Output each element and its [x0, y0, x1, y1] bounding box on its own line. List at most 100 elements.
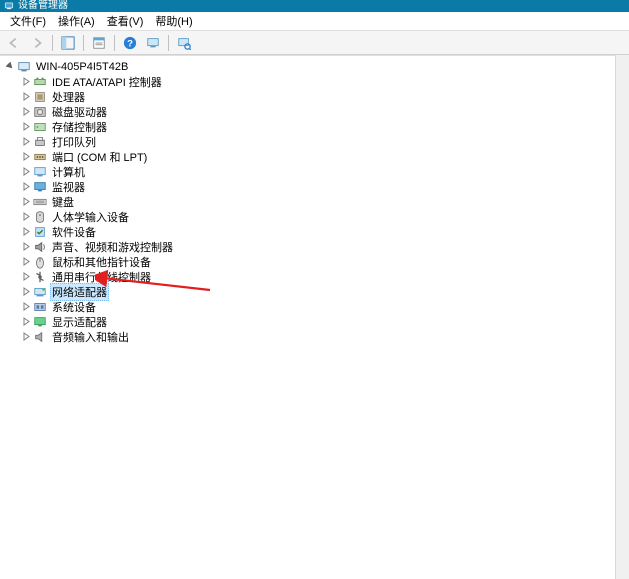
computer-icon — [33, 165, 47, 179]
tree-item-label[interactable]: 打印队列 — [50, 134, 98, 150]
show-hide-tree-button[interactable] — [57, 33, 79, 53]
tree-item-ports[interactable]: 端口 (COM 和 LPT) — [20, 149, 625, 164]
computer-icon — [17, 60, 31, 74]
tree-item-label[interactable]: 存储控制器 — [50, 119, 109, 135]
expand-icon[interactable] — [20, 226, 32, 238]
tree-item-label[interactable]: 键盘 — [50, 194, 76, 210]
tree-item-audio[interactable]: 声音、视频和游戏控制器 — [20, 239, 625, 254]
tree-item-label[interactable]: 软件设备 — [50, 224, 98, 240]
tree-item-label[interactable]: 监视器 — [50, 179, 87, 195]
tree-item-label[interactable]: 人体学输入设备 — [50, 209, 131, 225]
scrollbar-track[interactable] — [615, 55, 629, 579]
expand-icon[interactable] — [20, 196, 32, 208]
disk-icon — [33, 105, 47, 119]
tree-item-ide[interactable]: IDE ATA/ATAPI 控制器 — [20, 74, 625, 89]
menu-file[interactable]: 文件(F) — [4, 13, 52, 29]
tree-item-storage[interactable]: 存储控制器 — [20, 119, 625, 134]
refresh-button[interactable] — [142, 33, 164, 53]
tree-item-monitor[interactable]: 监视器 — [20, 179, 625, 194]
root-label[interactable]: WIN-405P4I5T42B — [34, 61, 130, 73]
tree-item-printq[interactable]: 打印队列 — [20, 134, 625, 149]
display-icon — [33, 315, 47, 329]
menu-bar: 文件(F) 操作(A) 查看(V) 帮助(H) — [0, 12, 629, 31]
tree-item-label[interactable]: 端口 (COM 和 LPT) — [50, 149, 149, 165]
tree-item-cpu[interactable]: 处理器 — [20, 89, 625, 104]
device-tree[interactable]: WIN-405P4I5T42B IDE ATA/ATAPI 控制器处理器磁盘驱动… — [0, 55, 629, 579]
scan-hardware-button[interactable] — [173, 33, 195, 53]
svg-text:?: ? — [127, 38, 133, 49]
toolbar-separator — [168, 35, 169, 51]
controller-icon — [33, 75, 47, 89]
title-bar: 设备管理器 — [0, 0, 629, 12]
tree-item-label[interactable]: 鼠标和其他指针设备 — [50, 254, 153, 270]
audioio-icon — [33, 330, 47, 344]
audio-icon — [33, 240, 47, 254]
properties-button[interactable] — [88, 33, 110, 53]
expand-icon[interactable] — [20, 331, 32, 343]
forward-button[interactable] — [26, 33, 48, 53]
mouse-icon — [33, 255, 47, 269]
tree-item-network[interactable]: 网络适配器 — [20, 284, 625, 299]
menu-help[interactable]: 帮助(H) — [149, 13, 198, 29]
toolbar-separator — [83, 35, 84, 51]
tree-icon — [61, 36, 75, 50]
help-button[interactable]: ? — [119, 33, 141, 53]
refresh-icon — [146, 36, 160, 50]
tree-item-label[interactable]: 音频输入和输出 — [50, 329, 131, 345]
menu-view[interactable]: 查看(V) — [101, 13, 150, 29]
tree-item-hid[interactable]: 人体学输入设备 — [20, 209, 625, 224]
printer-icon — [33, 135, 47, 149]
window-title: 设备管理器 — [18, 0, 68, 12]
tree-item-audioio[interactable]: 音频输入和输出 — [20, 329, 625, 344]
hid-icon — [33, 210, 47, 224]
tree-item-mouse[interactable]: 鼠标和其他指针设备 — [20, 254, 625, 269]
menu-action[interactable]: 操作(A) — [52, 13, 101, 29]
tree-item-computer[interactable]: 计算机 — [20, 164, 625, 179]
tree-item-usb[interactable]: 通用串行总线控制器 — [20, 269, 625, 284]
toolbar-separator — [114, 35, 115, 51]
tree-item-label[interactable]: 显示适配器 — [50, 314, 109, 330]
expand-icon[interactable] — [20, 286, 32, 298]
monitor-icon — [33, 180, 47, 194]
port-icon — [33, 150, 47, 164]
expand-icon[interactable] — [20, 151, 32, 163]
software-icon — [33, 225, 47, 239]
help-icon: ? — [123, 36, 137, 50]
network-icon — [33, 285, 47, 299]
tree-root-node[interactable]: WIN-405P4I5T42B — [4, 59, 625, 74]
expand-icon[interactable] — [20, 166, 32, 178]
expand-icon[interactable] — [20, 211, 32, 223]
expand-icon[interactable] — [20, 136, 32, 148]
tree-item-label[interactable]: 处理器 — [50, 89, 87, 105]
expand-icon[interactable] — [20, 256, 32, 268]
tree-item-label[interactable]: IDE ATA/ATAPI 控制器 — [50, 74, 164, 90]
forward-icon — [30, 36, 44, 50]
back-icon — [7, 36, 21, 50]
tree-item-keyboard[interactable]: 键盘 — [20, 194, 625, 209]
cpu-icon — [33, 90, 47, 104]
tree-item-display[interactable]: 显示适配器 — [20, 314, 625, 329]
tree-item-label[interactable]: 磁盘驱动器 — [50, 104, 109, 120]
tree-item-label[interactable]: 系统设备 — [50, 299, 98, 315]
expand-icon[interactable] — [20, 76, 32, 88]
back-button[interactable] — [3, 33, 25, 53]
tree-item-label[interactable]: 计算机 — [50, 164, 87, 180]
tree-item-softdev[interactable]: 软件设备 — [20, 224, 625, 239]
tree-item-label[interactable]: 声音、视频和游戏控制器 — [50, 239, 175, 255]
storage-icon — [33, 120, 47, 134]
collapse-icon[interactable] — [4, 61, 16, 73]
expand-icon[interactable] — [20, 301, 32, 313]
expand-icon[interactable] — [20, 181, 32, 193]
tree-item-disk[interactable]: 磁盘驱动器 — [20, 104, 625, 119]
toolbar-separator — [52, 35, 53, 51]
expand-icon[interactable] — [20, 241, 32, 253]
expand-icon[interactable] — [20, 121, 32, 133]
expand-icon[interactable] — [20, 316, 32, 328]
keyboard-icon — [33, 195, 47, 209]
tree-item-system[interactable]: 系统设备 — [20, 299, 625, 314]
usb-icon — [33, 270, 47, 284]
expand-icon[interactable] — [20, 91, 32, 103]
expand-icon[interactable] — [20, 106, 32, 118]
system-icon — [33, 300, 47, 314]
expand-icon[interactable] — [20, 271, 32, 283]
